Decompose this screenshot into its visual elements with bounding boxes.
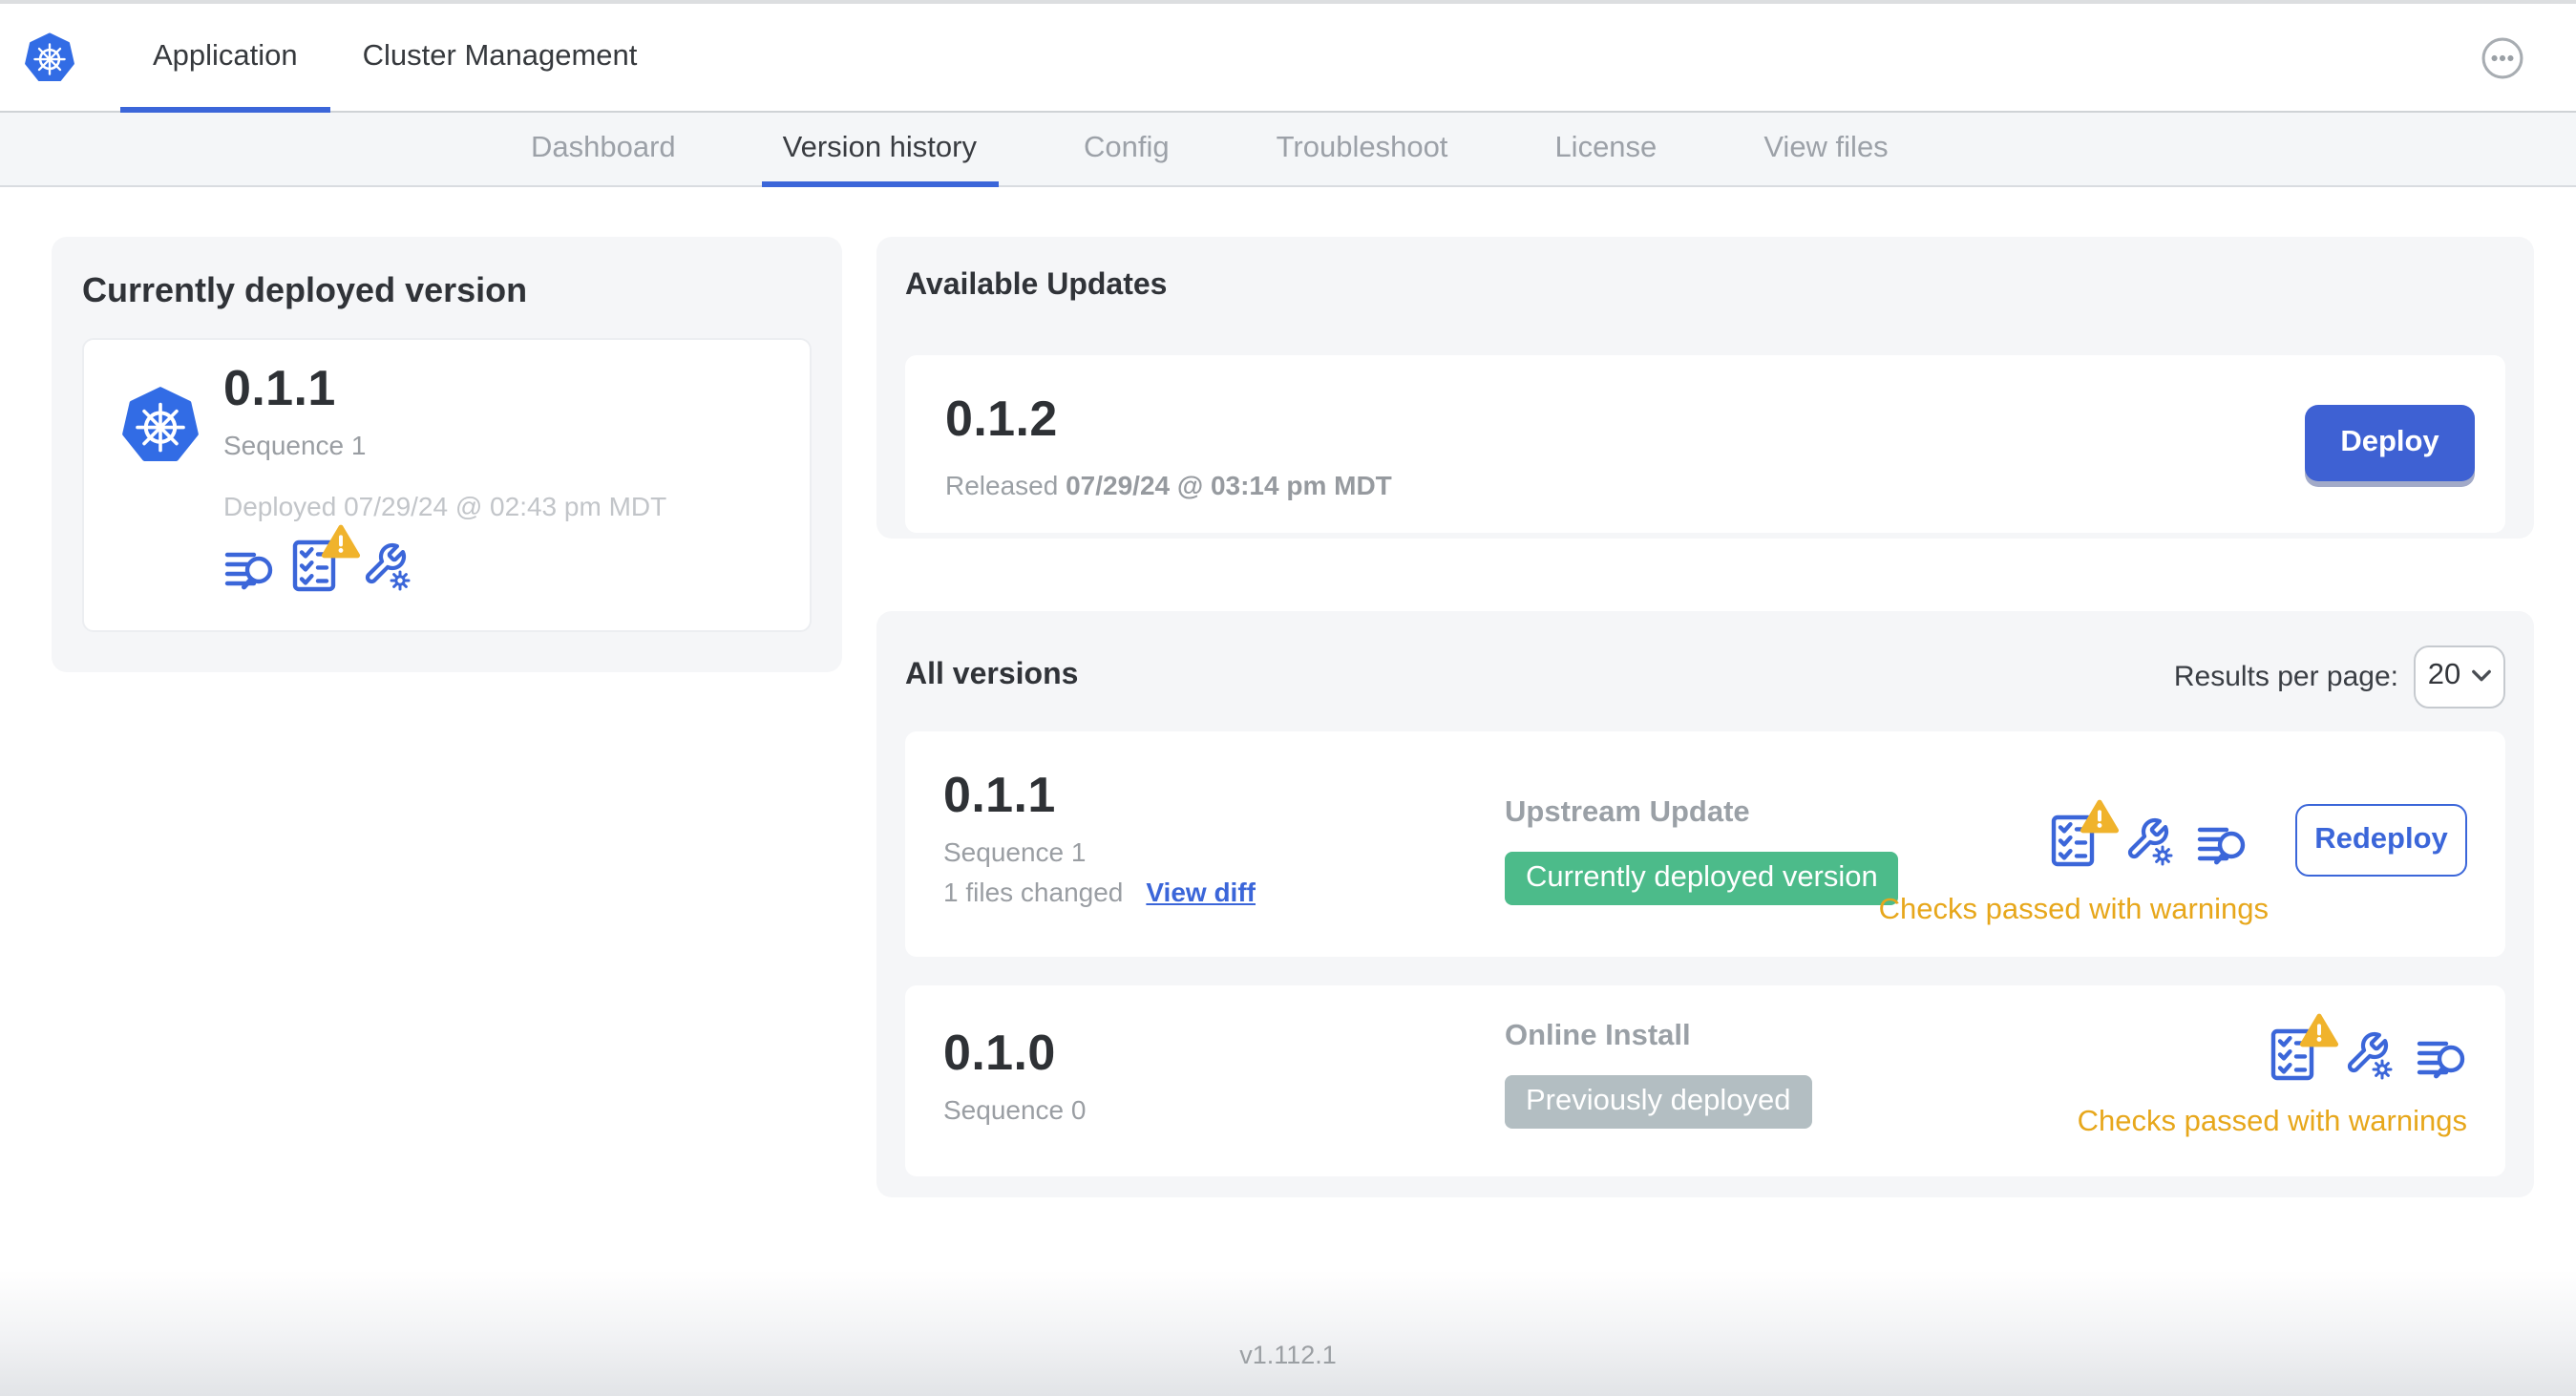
row-version-number: 0.1.1: [943, 766, 1056, 823]
kubernetes-logo: [122, 387, 199, 461]
tab-dashboard[interactable]: Dashboard: [491, 113, 716, 185]
results-per-page-select[interactable]: 20: [2414, 645, 2505, 708]
tab-troubleshoot[interactable]: Troubleshoot: [1236, 113, 1489, 185]
deploy-button[interactable]: Deploy: [2305, 405, 2475, 481]
preflight-checks-warning-icon[interactable]: [2270, 1013, 2339, 1081]
available-updates-title: Available Updates: [905, 269, 1168, 302]
ellipsis-circle-icon: [2481, 37, 2523, 79]
view-diff-link[interactable]: View diff: [1146, 877, 1256, 907]
available-updates-card: Available Updates 0.1.2 Released 07/29/2…: [876, 237, 2534, 539]
current-version-deployed-date: Deployed 07/29/24 @ 02:43 pm MDT: [223, 491, 667, 521]
tab-license[interactable]: License: [1514, 113, 1697, 185]
current-version-number: 0.1.1: [223, 359, 336, 416]
warning-triangle-icon: [321, 524, 361, 559]
warning-triangle-icon: [2080, 799, 2120, 834]
more-menu-button[interactable]: [2481, 36, 2524, 80]
page-footer: v1.112.1: [0, 1270, 2576, 1396]
chevron-down-icon: [2471, 669, 2491, 682]
tab-view-files[interactable]: View files: [1723, 113, 1928, 185]
previously-deployed-badge: Previously deployed: [1505, 1075, 1812, 1129]
top-navbar: Application Cluster Management: [0, 4, 2576, 113]
released-label: Released: [945, 469, 1059, 499]
currently-deployed-title: Currently deployed version: [82, 271, 528, 309]
kubernetes-logo-icon: [25, 32, 74, 82]
config-icon[interactable]: [2123, 814, 2175, 867]
currently-deployed-card: Currently deployed version 0.1.1 Sequenc…: [52, 237, 842, 672]
update-version-number: 0.1.2: [945, 389, 1058, 446]
preflight-status-text[interactable]: Checks passed with warnings: [2078, 1106, 2467, 1140]
config-icon[interactable]: [361, 539, 412, 592]
files-changed-text: 1 files changed: [943, 877, 1124, 907]
current-version-sequence: Sequence 1: [223, 430, 367, 460]
redeploy-button[interactable]: Redeploy: [2295, 804, 2467, 877]
row-sequence: Sequence 1: [943, 836, 1087, 867]
currently-deployed-version-panel: 0.1.1 Sequence 1 Deployed 07/29/24 @ 02:…: [82, 338, 812, 632]
available-update-row: 0.1.2 Released 07/29/24 @ 03:14 pm MDT D…: [905, 355, 2505, 533]
version-row-0-1-1: 0.1.1 Sequence 1 1 files changed View di…: [905, 731, 2505, 957]
row-version-number: 0.1.0: [943, 1024, 1056, 1081]
update-released-line: Released 07/29/24 @ 03:14 pm MDT: [945, 469, 2505, 499]
released-date: 07/29/24 @ 03:14 pm MDT: [1066, 469, 1392, 499]
version-source-label: Upstream Update: [1505, 796, 1750, 829]
version-source-label: Online Install: [1505, 1020, 1691, 1052]
topnav-tab-application[interactable]: Application: [120, 4, 330, 113]
all-versions-title: All versions: [905, 659, 1079, 691]
preflight-status-text[interactable]: Checks passed with warnings: [1879, 894, 2467, 928]
config-icon[interactable]: [2343, 1027, 2395, 1081]
console-version-text: v1.112.1: [1239, 1340, 1337, 1368]
diff-logs-icon[interactable]: [223, 539, 275, 592]
kots-admin-console: Application Cluster Management Dashboard…: [0, 0, 2576, 1396]
results-per-page-label: Results per page:: [2173, 660, 2398, 692]
tab-version-history[interactable]: Version history: [743, 113, 1017, 187]
topnav-tab-cluster-management[interactable]: Cluster Management: [330, 4, 670, 111]
warning-triangle-icon: [2299, 1013, 2339, 1047]
version-row-0-1-0: 0.1.0 Sequence 0 Online Install Previous…: [905, 985, 2505, 1176]
results-per-page-value: 20: [2427, 659, 2461, 691]
diff-logs-icon[interactable]: [2196, 814, 2248, 867]
app-subnav: Dashboard Version history Config Trouble…: [0, 113, 2576, 187]
diff-logs-icon[interactable]: [2416, 1027, 2467, 1081]
currently-deployed-badge: Currently deployed version: [1505, 852, 1899, 905]
preflight-checks-warning-icon[interactable]: [2051, 799, 2120, 867]
all-versions-card: All versions Results per page: 20 0.1.1 …: [876, 611, 2534, 1197]
row-sequence: Sequence 0: [943, 1094, 1087, 1125]
preflight-checks-warning-icon[interactable]: [292, 524, 361, 592]
tab-config[interactable]: Config: [1044, 113, 1210, 185]
